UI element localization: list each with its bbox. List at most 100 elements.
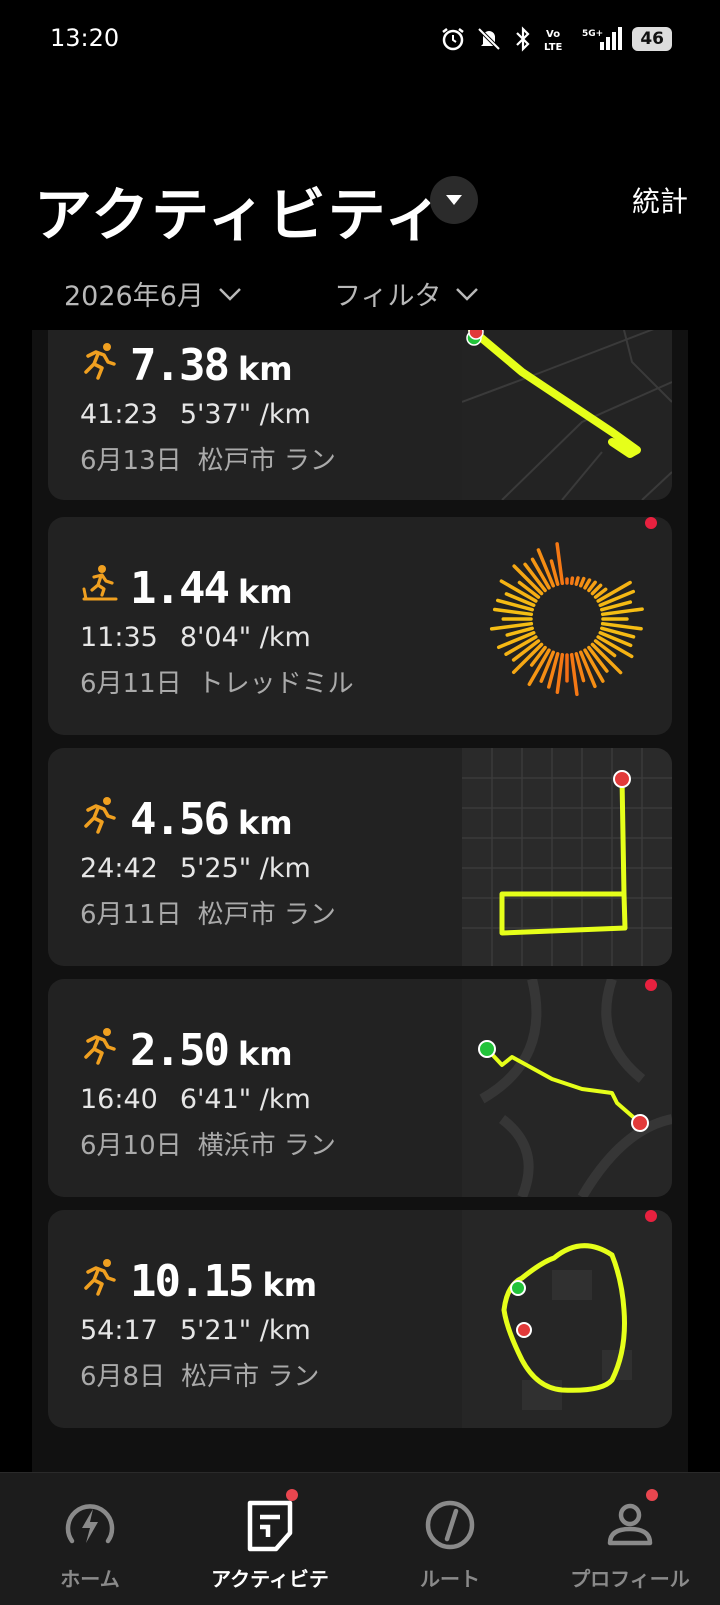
svg-text:LTE: LTE: [544, 42, 563, 52]
distance-unit: km: [237, 1035, 293, 1073]
distance-unit: km: [237, 573, 293, 611]
distance-unit: km: [262, 1266, 318, 1304]
duration: 11:35: [80, 622, 158, 653]
pace-ray: [600, 621, 643, 631]
svg-text:Vo: Vo: [546, 29, 560, 40]
pace: 5'25" /km: [179, 853, 311, 884]
activity-info: 4.56 km 24:42 5'25" /km 6月11日 松戸市 ラン: [80, 794, 336, 931]
filter-bar: 2026年6月 フィルタ: [0, 266, 720, 322]
activity-info: 2.50 km 16:40 6'41" /km 6月10日 横浜市 ラン: [80, 1025, 336, 1162]
distance-unit: km: [237, 804, 293, 842]
activity-card[interactable]: 2.50 km 16:40 6'41" /km 6月10日 横浜市 ラン: [48, 979, 672, 1197]
distance-value: 4.56: [130, 794, 230, 845]
filter-select[interactable]: フィルタ: [334, 274, 479, 313]
compass-icon: [425, 1500, 475, 1550]
volte-icon: Vo LTE: [544, 29, 563, 52]
nav-home[interactable]: ホーム: [0, 1495, 180, 1592]
nav-label: ホーム: [60, 1567, 120, 1591]
route-map-thumbnail: [462, 1210, 672, 1428]
treadmill-pace-graphic: [489, 542, 644, 697]
duration: 41:23: [80, 399, 158, 430]
title-dropdown-button[interactable]: [430, 176, 478, 224]
chevron-down-icon: [219, 287, 241, 301]
pace: 6'41" /km: [179, 1084, 311, 1115]
pace-ray: [569, 652, 579, 697]
month-select[interactable]: 2026年6月: [64, 274, 242, 313]
activity-date: 6月11日: [80, 900, 182, 930]
page-title: アクティビティ: [34, 181, 445, 249]
activity-date: 6月8日: [80, 1362, 166, 1392]
activity-card[interactable]: 10.15 km 54:17 5'21" /km 6月8日 松戸市 ラン: [48, 1210, 672, 1428]
activity-title: トレッドミル: [197, 669, 354, 699]
chevron-down-icon: [456, 287, 479, 301]
alarm-icon: [442, 28, 465, 51]
pace-ray: [574, 576, 580, 586]
activity-date: 6月13日: [80, 446, 182, 476]
activity-list[interactable]: 7.38 km 41:23 5'37" /km 6月13日 松戸市 ラン 1.44 …: [32, 330, 688, 1472]
duration: 54:17: [80, 1315, 158, 1346]
status-bar: 13:20 Vo LTE 5G+ 46: [0, 0, 720, 84]
pace-ray: [600, 607, 644, 617]
activity-icon: [247, 1500, 293, 1552]
activity-card[interactable]: 7.38 km 41:23 5'37" /km 6月13日 松戸市 ラン: [48, 330, 672, 500]
header: アクティビティ 統計: [0, 160, 720, 250]
month-select-label: 2026年6月: [64, 281, 204, 312]
activity-title: 松戸市 ラン: [197, 446, 336, 476]
status-icons: Vo LTE 5G+ 46: [440, 26, 672, 52]
activity-card[interactable]: 4.56 km 24:42 5'25" /km 6月11日 松戸市 ラン: [48, 748, 672, 966]
pace: 8'04" /km: [179, 622, 311, 653]
pace-ray: [555, 652, 565, 695]
unread-dot: [645, 1210, 657, 1222]
activity-date: 6月10日: [80, 1131, 182, 1161]
route-map-thumbnail: [462, 748, 672, 966]
activity-title: 松戸市 ラン: [181, 1362, 320, 1392]
nav-activity[interactable]: アクティビテ: [180, 1495, 360, 1592]
stats-link[interactable]: 統計: [632, 180, 688, 220]
nav-label: ルート: [420, 1567, 480, 1591]
nav-profile[interactable]: プロフィール: [540, 1495, 720, 1592]
filter-select-label: フィルタ: [334, 281, 442, 312]
pace-ray: [492, 607, 534, 617]
home-bolt-icon: [65, 1504, 115, 1544]
caret-down-icon: [446, 195, 462, 205]
svg-text:5G+: 5G+: [582, 29, 603, 39]
mute-bell-icon: [477, 27, 501, 51]
bluetooth-icon: [516, 26, 530, 52]
running-icon: [84, 797, 116, 834]
pace-ray: [555, 542, 565, 586]
activity-info: 10.15 km 54:17 5'21" /km 6月8日 松戸市 ラン: [80, 1256, 319, 1393]
unread-dot: [645, 979, 657, 991]
pace-ray: [579, 576, 586, 588]
duration: 16:40: [80, 1084, 158, 1115]
distance-value: 1.44: [130, 563, 230, 614]
pace-ray: [569, 576, 575, 586]
nav-badge: [646, 1489, 658, 1501]
distance-value: 2.50: [130, 1025, 230, 1076]
distance-unit: km: [237, 350, 293, 388]
running-icon: [84, 1028, 116, 1065]
treadmill-icon: [82, 565, 118, 601]
activity-date: 6月11日: [80, 669, 182, 699]
pace: 5'21" /km: [179, 1315, 311, 1346]
distance-value: 10.15: [130, 1256, 254, 1307]
battery-indicator: 46: [632, 27, 672, 51]
route-map-thumbnail: [462, 979, 672, 1197]
running-icon: [84, 343, 116, 380]
activity-info: 7.38 km 41:23 5'37" /km 6月13日 松戸市 ラン: [80, 340, 336, 477]
pace: 5'37" /km: [179, 399, 311, 430]
activity-card[interactable]: 1.44 km 11:35 8'04" /km 6月11日 トレッドミル: [48, 517, 672, 735]
unread-dot: [645, 517, 657, 529]
nav-routes[interactable]: ルート: [360, 1495, 540, 1592]
nav-badge: [286, 1489, 298, 1501]
activity-title: 横浜市 ラン: [197, 1131, 336, 1161]
status-time: 13:20: [50, 24, 120, 52]
route-map-thumbnail: [462, 330, 672, 500]
pace-ray: [587, 580, 597, 593]
bottom-nav: ホーム アクティビテ ルート プロフィール: [0, 1472, 720, 1605]
nav-label: アクティビテ: [211, 1567, 329, 1591]
nav-label: プロフィール: [570, 1567, 690, 1591]
pace-ray: [489, 621, 534, 631]
activity-info: 1.44 km 11:35 8'04" /km 6月11日 トレッドミル: [80, 563, 354, 700]
duration: 24:42: [80, 853, 158, 884]
activity-title: 松戸市 ラン: [197, 900, 336, 930]
